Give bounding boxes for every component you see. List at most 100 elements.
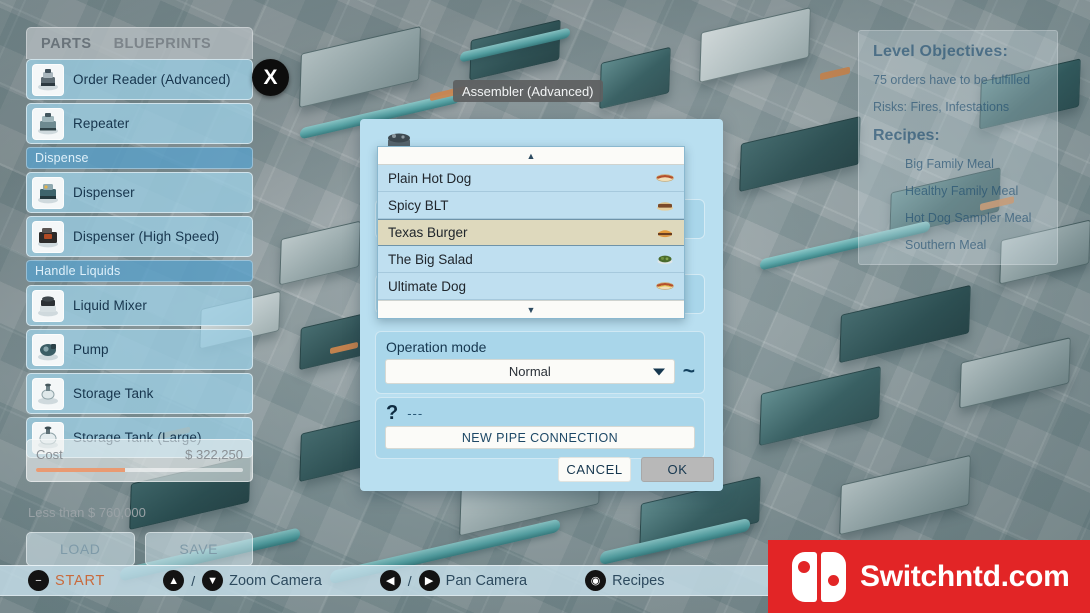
list-item-liquid-mixer[interactable]: Liquid Mixer	[26, 285, 253, 326]
operation-mode-value: Normal	[508, 364, 551, 379]
dpad-right-icon[interactable]: ▶	[418, 570, 440, 591]
hud-label-recipes: Recipes	[612, 572, 665, 589]
salad-icon	[656, 253, 674, 265]
dialog-buttons: CANCEL OK	[558, 457, 714, 482]
operation-mode-label: Operation mode	[386, 339, 487, 355]
load-save-buttons: LOAD SAVE	[26, 532, 253, 566]
dropdown-option-label: Spicy BLT	[388, 197, 449, 213]
panel-tabs: PARTS BLUEPRINTS	[26, 27, 253, 59]
list-item: Healthy Family Meal	[905, 184, 1019, 198]
repeater-icon	[32, 107, 64, 140]
pipe-status: ---	[407, 405, 424, 421]
dropdown-option-the-big-salad[interactable]: The Big Salad	[378, 246, 684, 273]
operation-mode-select[interactable]: Normal	[385, 359, 675, 384]
list-item: Big Family Meal	[905, 157, 994, 171]
list-item-repeater[interactable]: Repeater	[26, 103, 253, 144]
dispenser-high-speed-icon	[32, 220, 64, 253]
watermark: Switchntd.com	[768, 540, 1090, 613]
list-item-dispenser[interactable]: Dispenser	[26, 172, 253, 213]
list-item-label: Storage Tank	[73, 386, 154, 401]
list-item-order-reader-advanced[interactable]: Order Reader (Advanced)	[26, 59, 253, 100]
parts-panel: PARTS BLUEPRINTS Order Reader (Advanced)…	[26, 27, 253, 566]
operation-mode-row: Normal ~	[376, 359, 704, 393]
dropdown-option-label: Plain Hot Dog	[388, 170, 472, 186]
dropdown-option-label: Ultimate Dog	[388, 278, 467, 294]
pipe-connection-group: ? --- NEW PIPE CONNECTION	[375, 397, 705, 459]
operation-mode-group: Operation mode Normal ~	[375, 331, 705, 394]
switch-joycon-logo-icon	[792, 551, 846, 602]
hud-label-start: START	[55, 572, 106, 589]
list-item-label: Repeater	[73, 116, 130, 131]
list-item: Hot Dog Sampler Meal	[905, 211, 1032, 225]
cancel-button[interactable]: CANCEL	[558, 457, 631, 482]
dpad-up-icon[interactable]: ▲	[163, 570, 185, 591]
game-screen: PARTS BLUEPRINTS Order Reader (Advanced)…	[0, 0, 1090, 613]
burger-icon	[656, 227, 674, 239]
list-item: Southern Meal	[905, 238, 987, 252]
category-dispense: Dispense	[26, 147, 253, 169]
cost-box: Cost $ 322,250	[26, 439, 253, 482]
assembler-tooltip: Assembler (Advanced)	[453, 80, 603, 102]
dropdown-option-plain-hot-dog[interactable]: Plain Hot Dog	[378, 165, 684, 192]
parts-list: Order Reader (Advanced) Repeater Dispens…	[26, 59, 253, 458]
list-item-label: Dispenser (High Speed)	[73, 229, 220, 244]
list-item-label: Dispenser	[73, 185, 135, 200]
tab-blueprints[interactable]: BLUEPRINTS	[114, 36, 212, 52]
hud-label-zoom-camera: Zoom Camera	[229, 572, 322, 589]
objectives-title: Level Objectives:	[873, 43, 1009, 60]
dpad-down-icon[interactable]: ▼	[202, 570, 224, 591]
load-button[interactable]: LOAD	[26, 532, 135, 566]
dropdown-option-ultimate-dog[interactable]: Ultimate Dog	[378, 273, 684, 300]
stick-button-icon[interactable]: ◉	[585, 570, 607, 591]
cost-line: Cost $ 322,250	[36, 447, 243, 462]
dropdown-scroll-down-button[interactable]: ▼	[378, 300, 684, 318]
liquid-mixer-icon	[32, 289, 64, 322]
objectives-recipe-list: Big Family Meal Healthy Family Meal Hot …	[873, 157, 1043, 252]
blt-sandwich-icon	[656, 199, 674, 211]
save-button[interactable]: SAVE	[144, 532, 253, 566]
objectives-orders: 75 orders have to be fulfilled	[873, 73, 1031, 87]
list-item-storage-tank[interactable]: Storage Tank	[26, 373, 253, 414]
cost-value: $ 322,250	[185, 447, 243, 462]
hud-group-recipes: ◉ Recipes	[585, 570, 664, 591]
list-item-label: Order Reader (Advanced)	[73, 72, 231, 87]
dropdown-option-label: Texas Burger	[388, 225, 468, 240]
minus-button-icon[interactable]: −	[28, 570, 49, 591]
list-item-pump[interactable]: Pump	[26, 329, 253, 370]
list-item-dispenser-high-speed[interactable]: Dispenser (High Speed)	[26, 216, 253, 257]
list-item-label: Pump	[73, 342, 109, 357]
cost-progress-fill	[36, 468, 125, 472]
hot-dog-icon	[656, 172, 674, 184]
new-pipe-connection-button[interactable]: NEW PIPE CONNECTION	[385, 426, 695, 449]
separator: /	[191, 572, 196, 589]
joycon-right	[821, 551, 846, 602]
dropdown-option-texas-burger[interactable]: Texas Burger	[378, 219, 684, 246]
category-label: Handle Liquids	[35, 264, 121, 278]
ok-button[interactable]: OK	[641, 457, 714, 482]
cost-label: Cost	[36, 447, 63, 462]
hud-group-start: − START	[28, 570, 105, 591]
cost-progress-bar	[36, 468, 243, 472]
hud-group-pan-camera: ◀ / ▶ Pan Camera	[379, 570, 527, 591]
dispenser-icon	[32, 176, 64, 209]
level-objectives-panel: Level Objectives: 75 orders have to be f…	[858, 30, 1058, 265]
category-label: Dispense	[35, 151, 89, 165]
wave-toggle-icon[interactable]: ~	[683, 361, 695, 382]
dropdown-scroll-up-button[interactable]: ▲	[378, 147, 684, 165]
separator: /	[407, 572, 412, 589]
storage-tank-icon	[32, 377, 64, 410]
order-reader-icon	[32, 63, 64, 96]
tab-parts[interactable]: PARTS	[41, 36, 92, 52]
dpad-left-icon[interactable]: ◀	[379, 570, 401, 591]
close-panel-button[interactable]: X	[252, 59, 289, 96]
pump-icon	[32, 333, 64, 366]
hot-dog-icon	[656, 280, 674, 292]
chevron-down-icon	[652, 368, 665, 375]
dropdown-option-label: The Big Salad	[388, 251, 473, 267]
dropdown-option-spicy-blt[interactable]: Spicy BLT	[378, 192, 684, 219]
recipe-dropdown[interactable]: ▲ Plain Hot Dog Spicy BLT Texas Burger T…	[377, 146, 685, 319]
help-icon[interactable]: ?	[386, 403, 398, 423]
budget-note: Less than $ 760,000	[28, 505, 146, 520]
pipe-status-row: ? ---	[376, 398, 704, 426]
watermark-text: Switchntd.com	[860, 559, 1070, 593]
